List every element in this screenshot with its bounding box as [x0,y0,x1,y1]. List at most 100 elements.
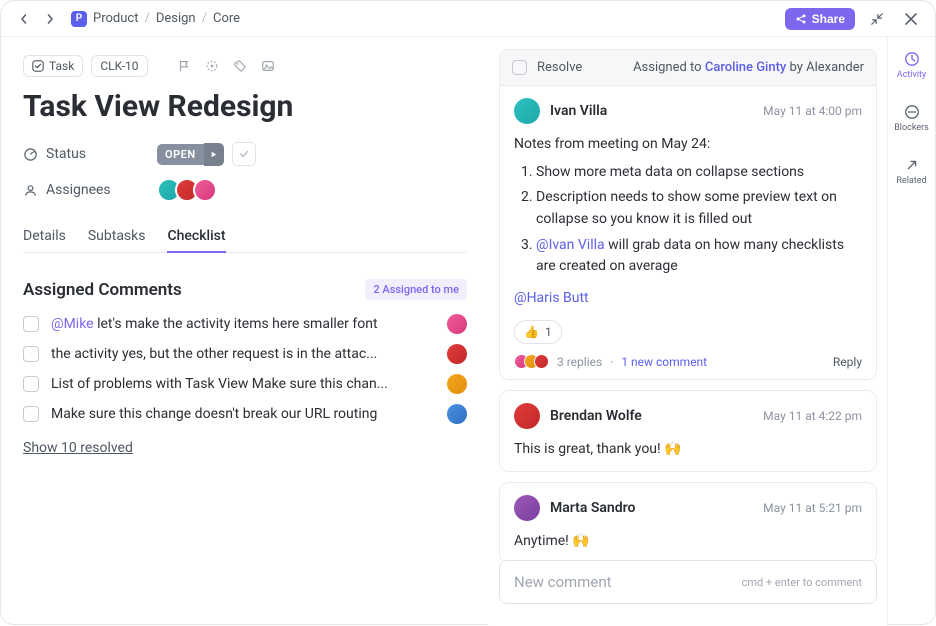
breadcrumb-item[interactable]: Product [93,11,138,26]
activity-icon [904,51,920,67]
list-item: @Ivan Villa will grab data on how many c… [536,235,862,278]
status-label-wrap: Status [23,146,143,162]
activity-scroll[interactable]: Resolve Assigned to Caroline Ginty by Al… [489,49,887,560]
task-type-label: Task [49,59,74,73]
status-value: OPEN [165,148,196,161]
collapse-button[interactable] [865,7,889,31]
rail-blockers[interactable]: Blockers [888,100,935,137]
list-item: Description needs to show some preview t… [536,187,862,230]
task-type-pill[interactable]: Task [23,55,83,77]
resolve-label: Resolve [537,60,582,75]
comment-text[interactable]: Make sure this change doesn't break our … [51,406,435,422]
collapse-icon [870,12,884,26]
reply-button[interactable]: Reply [833,355,862,369]
comment-text[interactable]: List of problems with Task View Make sur… [51,376,435,392]
status-chip[interactable]: OPEN [157,144,204,165]
tab-subtasks[interactable]: Subtasks [88,220,146,252]
reply-avatars[interactable] [514,354,549,369]
avatar[interactable] [193,178,217,202]
complete-button[interactable] [232,142,256,166]
flag-button[interactable] [174,56,194,76]
workspace-badge[interactable]: P [71,11,87,27]
comment-time: May 11 at 4:22 pm [763,409,862,423]
reaction-button[interactable]: 👍 1 [514,320,562,345]
rail-label: Blockers [894,123,929,133]
status-next-button[interactable] [204,143,224,166]
assigned-comments-title: Assigned Comments [23,280,182,300]
rail-related[interactable]: Related [888,153,935,190]
breadcrumb-sep: / [202,11,207,26]
comment-header: Ivan Villa May 11 at 4:00 pm [514,98,862,124]
related-icon [904,157,920,173]
avatar[interactable] [514,495,540,521]
resolve-checkbox[interactable] [512,60,527,75]
comment-author[interactable]: Brendan Wolfe [550,408,642,424]
mention[interactable]: @Haris Butt [514,288,862,310]
flag-icon [177,59,191,73]
assigned-comment-row: List of problems with Task View Make sur… [23,374,467,394]
tag-button[interactable] [230,56,250,76]
comment-card: Brendan Wolfe May 11 at 4:22 pm This is … [499,390,877,472]
new-comment-link[interactable]: 1 new comment [621,355,707,369]
comment-intro: Notes from meeting on May 24: [514,134,862,156]
comment-time: May 11 at 4:00 pm [763,104,862,118]
assignees-label: Assignees [46,182,111,198]
share-icon [795,13,807,25]
play-icon [209,150,218,159]
assigned-comment-row: @Mike let's make the activity items here… [23,314,467,334]
assigned-user-link[interactable]: Caroline Ginty [705,60,786,75]
status-row: Status OPEN [23,142,467,166]
person-icon [23,183,38,198]
sprint-icon [205,59,219,73]
assigned-to-me-badge[interactable]: 2 Assigned to me [365,279,467,300]
rail-activity[interactable]: Activity [888,47,935,84]
avatar[interactable] [514,98,540,124]
comment-text[interactable]: the activity yes, but the other request … [51,346,435,362]
comment-author[interactable]: Ivan Villa [550,103,607,119]
checkbox[interactable] [23,316,39,332]
breadcrumb-item[interactable]: Core [213,11,240,26]
right-rail: Activity Blockers Related [887,37,935,626]
composer-placeholder: New comment [514,573,612,591]
avatar[interactable] [447,314,467,334]
sprint-button[interactable] [202,56,222,76]
checkbox[interactable] [23,376,39,392]
avatar[interactable] [447,374,467,394]
tab-checklist[interactable]: Checklist [167,220,225,252]
avatar[interactable] [447,404,467,424]
checkbox[interactable] [23,346,39,362]
assigned-to-info: Assigned to Caroline Ginty by Alexander [633,60,864,75]
tab-details[interactable]: Details [23,220,66,252]
rail-label: Activity [897,70,926,80]
resolve-bar: Resolve Assigned to Caroline Ginty by Al… [499,49,877,86]
comment-composer[interactable]: New comment cmd + enter to comment [499,560,877,604]
assigned-comments-list: @Mike let's make the activity items here… [23,314,467,424]
comment-header: Brendan Wolfe May 11 at 4:22 pm [514,403,862,429]
comment-text[interactable]: @Mike let's make the activity items here… [51,316,435,332]
comment-list-items: Show more meta data on collapse sections… [514,162,862,278]
assignee-avatars[interactable] [157,178,217,202]
status-icon [23,147,38,162]
mention[interactable]: @Mike [51,316,94,332]
avatar[interactable] [514,403,540,429]
comment-author[interactable]: Marta Sandro [550,500,635,516]
close-button[interactable] [899,7,923,31]
mention[interactable]: @Ivan Villa [536,237,605,253]
share-button[interactable]: Share [785,8,855,30]
show-resolved-link[interactable]: Show 10 resolved [23,440,467,456]
task-icon [32,60,44,72]
task-title[interactable]: Task View Redesign [23,89,467,124]
share-label: Share [812,12,845,26]
avatar[interactable] [447,344,467,364]
task-id-pill[interactable]: CLK-10 [91,55,147,77]
replies-count[interactable]: 3 replies [557,355,602,369]
comment-card: Marta Sandro May 11 at 5:21 pm Anytime! … [499,482,877,560]
checkbox[interactable] [23,406,39,422]
image-button[interactable] [258,56,278,76]
breadcrumb-item[interactable]: Design [156,11,196,26]
comment-body: Notes from meeting on May 24: Show more … [514,134,862,344]
chevron-left-icon [18,13,30,25]
breadcrumb: P Product / Design / Core [71,11,240,27]
nav-back-button[interactable] [13,8,35,30]
nav-forward-button[interactable] [39,8,61,30]
